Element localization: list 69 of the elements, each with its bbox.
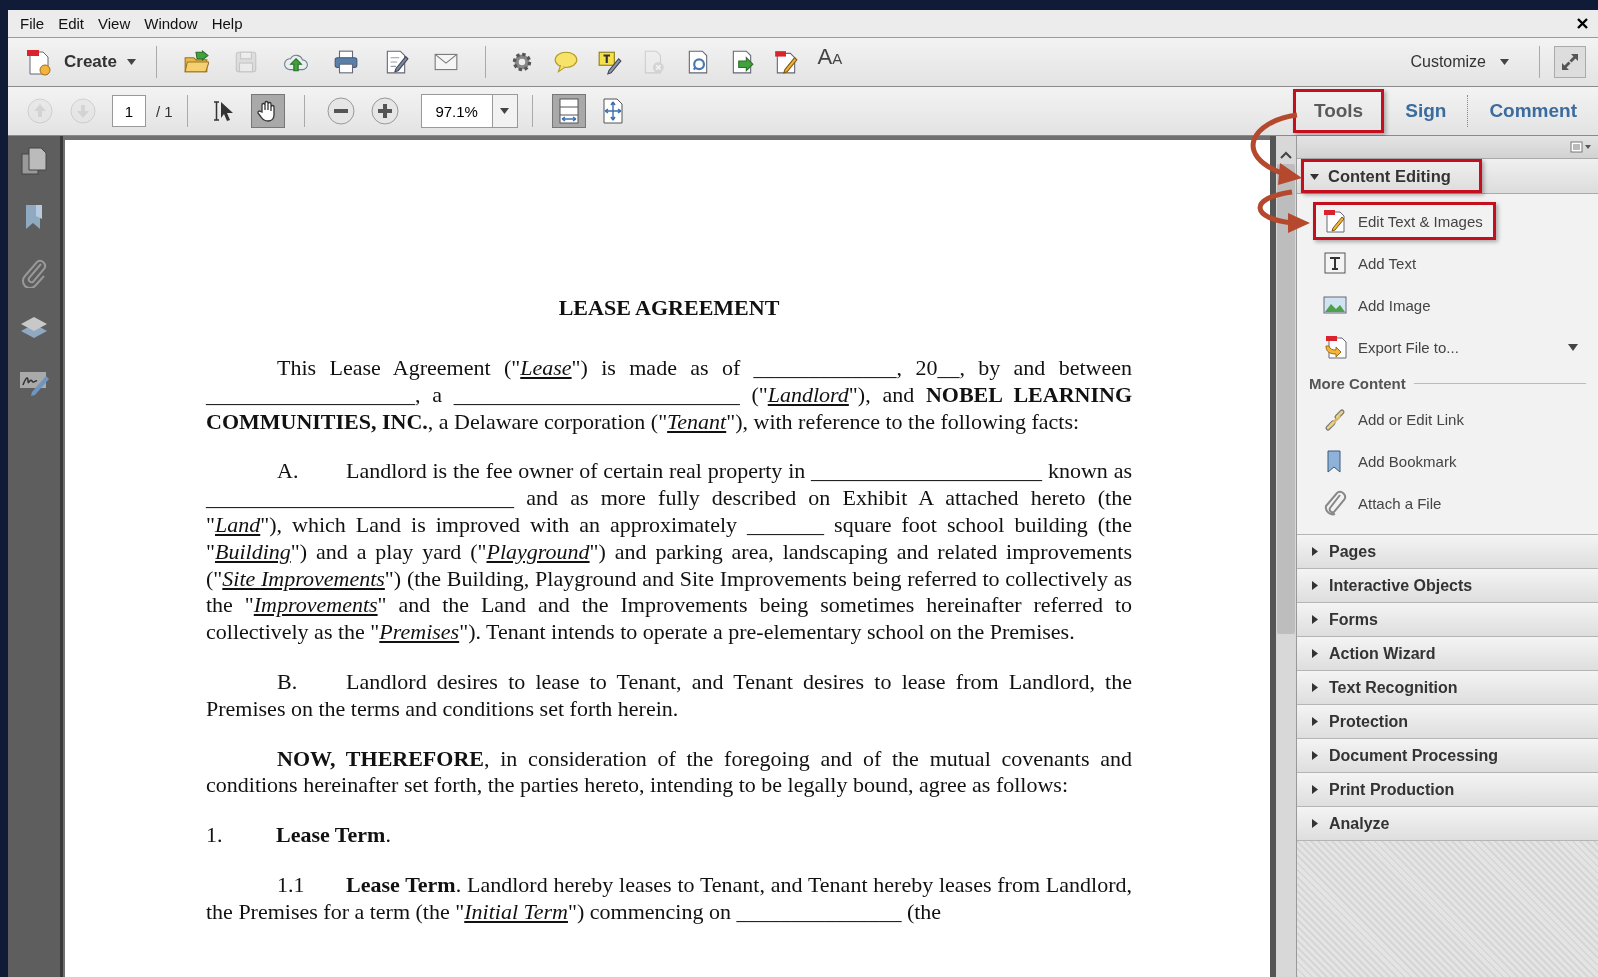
panel-options-icon[interactable] (1570, 141, 1592, 153)
tool-item[interactable]: Add or Edit Link (1313, 400, 1477, 438)
scrollbar-thumb[interactable] (1277, 164, 1295, 634)
annotation-arrow (1257, 189, 1310, 233)
hand-tool-icon[interactable] (250, 94, 285, 128)
tab[interactable]: Comment (1468, 89, 1598, 133)
create-button[interactable]: Create (18, 47, 142, 77)
panel-section-header[interactable]: Interactive Objects (1297, 568, 1598, 602)
panel-section-title: Forms (1329, 610, 1378, 629)
caret-icon (126, 59, 136, 65)
paragraph: B. Landlord desires to lease to Tenant, and Tenant desires to lease from Landlord, the Premises on the terms and conditions set forth herein. (206, 668, 1132, 723)
scroll-up-icon[interactable] (1279, 150, 1293, 160)
panel-section-title: Action Wizard (1329, 644, 1436, 663)
scrollbar[interactable] (1270, 136, 1296, 977)
panel-section-title: Analyze (1329, 814, 1390, 833)
panel-section-header[interactable]: Pages (1297, 534, 1598, 568)
export-document-icon (1322, 334, 1348, 360)
section-heading: 1. Lease Term. (206, 822, 392, 849)
document-title: LEASE AGREEMENT (557, 294, 781, 321)
panel-section-header[interactable]: Analyze (1297, 806, 1598, 840)
panel-group-header[interactable]: Content Editing (1297, 159, 1598, 194)
panel-section-header[interactable]: Text Recognition (1297, 670, 1598, 704)
paragraph: This Lease Agreement ("Lease") is made as of _____________, 20__, by and between ___________________, a __________________________ ("Landlord"), and NOBEL LEARNING COMMUNITIES, INC., a Delaware corporation ("Tenant"), with reference to the following facts: (206, 355, 1132, 436)
paperclip-icon (1322, 490, 1348, 516)
zoom-field[interactable]: 97.1% (420, 94, 518, 128)
fit-page-icon[interactable] (551, 94, 586, 128)
menu-item[interactable]: View (91, 15, 138, 32)
panel-section-title: Text Recognition (1329, 678, 1458, 697)
tool-item[interactable]: Edit Text & Images (1313, 202, 1496, 240)
page-count: / 1 (156, 102, 173, 120)
panel-section-title: Protection (1329, 712, 1409, 731)
dropdown-caret-icon[interactable] (1568, 343, 1578, 351)
panel-section-title: Print Production (1329, 780, 1455, 799)
expand-arrows-icon (1559, 51, 1581, 73)
page-number-field[interactable]: 1 (112, 95, 146, 127)
paperclip-icon[interactable] (21, 258, 47, 288)
panel-section-title: Document Processing (1329, 746, 1498, 765)
menu-item[interactable]: File (13, 15, 52, 32)
paragraph: NOW, THEREFORE, in consideration of the foregoing and of the mutual covenants and conditions hereinafter set forth, the parties hereto, intending to be legally bound, agree as follows: (206, 745, 1132, 800)
dropdown-caret-icon[interactable] (500, 108, 510, 114)
tool-item[interactable]: Add Bookmark (1313, 442, 1470, 480)
tab[interactable]: Tools (1292, 89, 1385, 133)
panel-section-title: Interactive Objects (1329, 576, 1473, 595)
panel-section-header[interactable]: Protection (1297, 704, 1598, 738)
close-icon[interactable] (1577, 18, 1588, 29)
panel-section-header[interactable]: Print Production (1297, 772, 1598, 806)
panel-section-header[interactable]: Action Wizard (1297, 636, 1598, 670)
tab[interactable]: Sign (1384, 89, 1468, 133)
customize-button[interactable]: Customize (1410, 53, 1509, 71)
menu-item[interactable]: Window (137, 15, 205, 32)
edit-document-icon (1322, 208, 1348, 234)
paragraph: A. Landlord is the fee owner of certain real property in _____________________ known as ____________________________ and as more fully described on Exhibit A attached hereto (the "Land"), which Land is improved with an approximately _______ square foot school building (the "Building") and a play yard ("Playground") and parking area, landscaping and related improvements ("Site Improvements") (the Building, Playground and Site Improvements being referred to collectively as the "Improvements" and the Land and the Improvements being sometimes hereinafter referred to collectively as the "Premises"). Tenant intends to operate a pre-elementary school on the Premises. (206, 458, 1132, 646)
pages-icon[interactable] (20, 146, 48, 176)
panel-section-header[interactable]: Document Processing (1297, 738, 1598, 772)
subsection-label: More Content (1309, 374, 1406, 392)
panel-section-title: Pages (1329, 542, 1377, 561)
tool-item[interactable]: Attach a File (1313, 484, 1455, 522)
caret-icon (1500, 59, 1509, 65)
text-box-icon (1322, 250, 1348, 276)
panel-section-header[interactable]: Forms (1297, 602, 1598, 636)
panel-group-title: Content Editing (1328, 166, 1451, 186)
text-size-button[interactable]: AA (807, 44, 852, 80)
paragraph: 1.1 Lease Term. Landlord hereby leases to Tenant, and Tenant hereby leases from Landlord, the Premises for a term (the "Initial Term") commencing on _______________ (the (206, 871, 1132, 926)
tool-item[interactable]: Add Image (1313, 286, 1444, 324)
menu-item[interactable]: Help (204, 15, 250, 32)
tool-item[interactable]: Add Text (1313, 244, 1430, 282)
expand-button[interactable] (1554, 46, 1586, 78)
menu-item[interactable]: Edit (51, 15, 92, 32)
tool-item[interactable]: Export File to... (1313, 328, 1472, 366)
